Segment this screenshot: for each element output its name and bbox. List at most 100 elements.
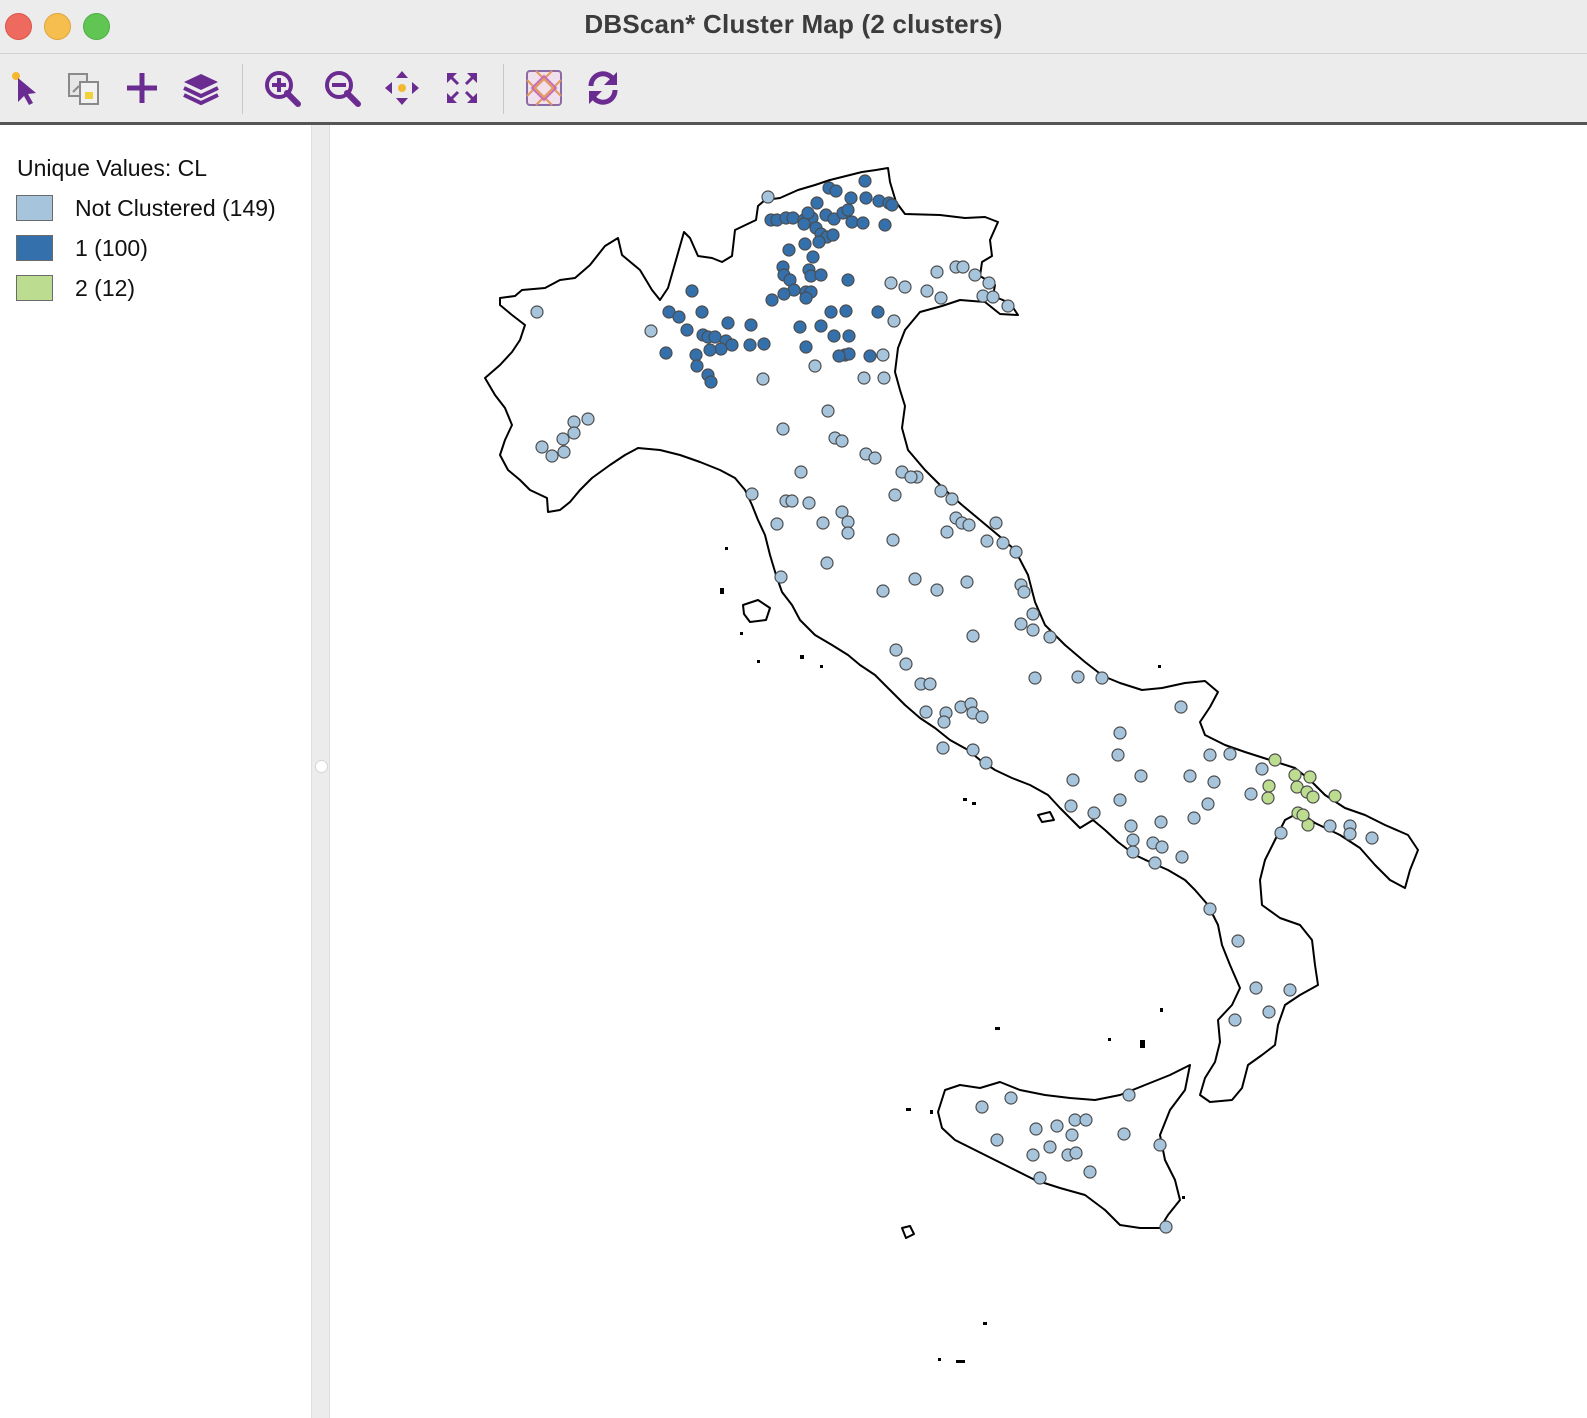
point-cluster-1[interactable]: [695, 305, 709, 319]
point-cluster-1[interactable]: [806, 250, 820, 264]
point-not-clustered[interactable]: [990, 1133, 1004, 1147]
point-not-clustered[interactable]: [761, 190, 775, 204]
point-not-clustered[interactable]: [1113, 726, 1127, 740]
point-not-clustered[interactable]: [1262, 1005, 1276, 1019]
point-not-clustered[interactable]: [1071, 670, 1085, 684]
point-not-clustered[interactable]: [877, 371, 891, 385]
point-not-clustered[interactable]: [1228, 1013, 1242, 1027]
point-cluster-1[interactable]: [744, 318, 758, 332]
point-cluster-2[interactable]: [1303, 770, 1317, 784]
point-cluster-1[interactable]: [690, 359, 704, 373]
point-not-clustered[interactable]: [1203, 748, 1217, 762]
point-cluster-1[interactable]: [786, 211, 800, 225]
point-cluster-1[interactable]: [721, 316, 735, 330]
point-not-clustered[interactable]: [820, 556, 834, 570]
point-not-clustered[interactable]: [1064, 799, 1078, 813]
point-not-clustered[interactable]: [1083, 1165, 1097, 1179]
point-not-clustered[interactable]: [1028, 671, 1042, 685]
point-not-clustered[interactable]: [962, 518, 976, 532]
point-not-clustered[interactable]: [1043, 630, 1057, 644]
point-not-clustered[interactable]: [1244, 787, 1258, 801]
point-not-clustered[interactable]: [930, 265, 944, 279]
point-cluster-1[interactable]: [659, 346, 673, 360]
point-cluster-1[interactable]: [797, 217, 811, 231]
point-cluster-1[interactable]: [793, 320, 807, 334]
point-cluster-1[interactable]: [703, 343, 717, 357]
point-not-clustered[interactable]: [920, 284, 934, 298]
point-not-clustered[interactable]: [535, 440, 549, 454]
point-not-clustered[interactable]: [868, 451, 882, 465]
point-not-clustered[interactable]: [776, 422, 790, 436]
point-not-clustered[interactable]: [1095, 671, 1109, 685]
point-not-clustered[interactable]: [1033, 1171, 1047, 1185]
point-cluster-2[interactable]: [1328, 789, 1342, 803]
point-not-clustered[interactable]: [975, 1100, 989, 1114]
point-not-clustered[interactable]: [1029, 1122, 1043, 1136]
point-cluster-1[interactable]: [708, 330, 722, 344]
point-not-clustered[interactable]: [936, 741, 950, 755]
point-not-clustered[interactable]: [841, 526, 855, 540]
point-not-clustered[interactable]: [802, 496, 816, 510]
point-cluster-1[interactable]: [858, 174, 872, 188]
point-not-clustered[interactable]: [982, 276, 996, 290]
point-cluster-1[interactable]: [782, 243, 796, 257]
point-not-clustered[interactable]: [956, 260, 970, 274]
point-cluster-1[interactable]: [842, 329, 856, 343]
point-not-clustered[interactable]: [1223, 747, 1237, 761]
point-not-clustered[interactable]: [908, 572, 922, 586]
legend-item-cluster-2[interactable]: 2 (12): [16, 274, 135, 302]
copy-image-tool[interactable]: [62, 66, 106, 110]
point-not-clustered[interactable]: [975, 710, 989, 724]
point-cluster-1[interactable]: [725, 338, 739, 352]
point-not-clustered[interactable]: [1050, 1119, 1064, 1133]
point-cluster-1[interactable]: [672, 310, 686, 324]
point-not-clustered[interactable]: [989, 516, 1003, 530]
point-not-clustered[interactable]: [1069, 1146, 1083, 1160]
point-cluster-1[interactable]: [685, 284, 699, 298]
point-cluster-1[interactable]: [812, 235, 826, 249]
point-not-clustered[interactable]: [960, 575, 974, 589]
point-not-clustered[interactable]: [530, 305, 544, 319]
point-cluster-1[interactable]: [871, 305, 885, 319]
point-not-clustered[interactable]: [1026, 1148, 1040, 1162]
point-not-clustered[interactable]: [835, 434, 849, 448]
point-cluster-1[interactable]: [743, 338, 757, 352]
point-not-clustered[interactable]: [937, 715, 951, 729]
point-not-clustered[interactable]: [876, 584, 890, 598]
full-extent-tool[interactable]: [440, 66, 484, 110]
legend-item-cluster-1[interactable]: 1 (100): [16, 234, 148, 262]
point-not-clustered[interactable]: [756, 372, 770, 386]
point-not-clustered[interactable]: [1117, 1127, 1131, 1141]
point-not-clustered[interactable]: [567, 415, 581, 429]
point-not-clustered[interactable]: [841, 515, 855, 529]
point-not-clustered[interactable]: [923, 677, 937, 691]
point-not-clustered[interactable]: [889, 643, 903, 657]
point-not-clustered[interactable]: [1174, 700, 1188, 714]
point-cluster-1[interactable]: [878, 218, 892, 232]
point-not-clustered[interactable]: [1043, 1140, 1057, 1154]
point-cluster-2[interactable]: [1261, 791, 1275, 805]
select-pointer-tool[interactable]: [4, 66, 48, 110]
map-canvas[interactable]: [331, 125, 1587, 1418]
point-not-clustered[interactable]: [887, 314, 901, 328]
point-not-clustered[interactable]: [1017, 585, 1031, 599]
point-not-clustered[interactable]: [1153, 1138, 1167, 1152]
point-cluster-1[interactable]: [844, 191, 858, 205]
point-cluster-1[interactable]: [856, 216, 870, 230]
point-not-clustered[interactable]: [857, 371, 871, 385]
point-cluster-2[interactable]: [1262, 779, 1276, 793]
point-not-clustered[interactable]: [1124, 819, 1138, 833]
point-not-clustered[interactable]: [1187, 811, 1201, 825]
point-not-clustered[interactable]: [1068, 1113, 1082, 1127]
point-not-clustered[interactable]: [1066, 773, 1080, 787]
point-not-clustered[interactable]: [934, 484, 948, 498]
point-not-clustered[interactable]: [794, 465, 808, 479]
point-cluster-1[interactable]: [799, 291, 813, 305]
point-cluster-1[interactable]: [829, 184, 843, 198]
point-not-clustered[interactable]: [1283, 983, 1297, 997]
point-not-clustered[interactable]: [979, 756, 993, 770]
refresh-tool[interactable]: [581, 66, 625, 110]
point-cluster-1[interactable]: [757, 337, 771, 351]
point-not-clustered[interactable]: [1001, 299, 1015, 313]
point-cluster-1[interactable]: [827, 329, 841, 343]
